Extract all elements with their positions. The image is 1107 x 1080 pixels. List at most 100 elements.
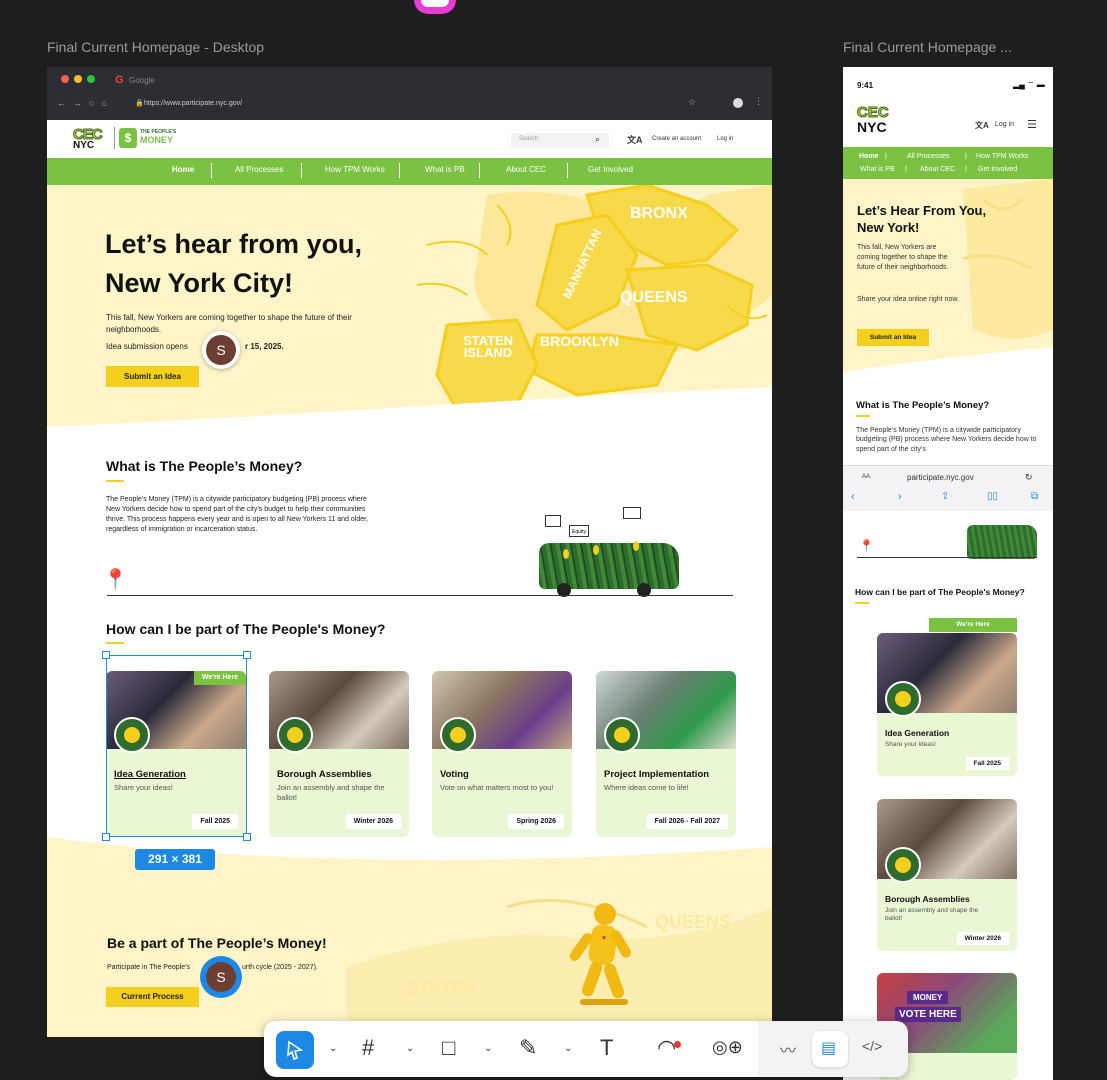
share-icon[interactable]: ⇪ — [941, 491, 949, 502]
title-underline — [106, 642, 124, 644]
card-desc: Join an assembly and shape the ballot! — [277, 783, 385, 802]
rectangle-tool-icon[interactable]: □ — [442, 1035, 455, 1061]
current-process-button[interactable]: Current Process — [106, 987, 199, 1007]
nav-arrows-icon[interactable]: ←→○⌂ — [57, 98, 114, 108]
mnav-what-is-pb[interactable]: What is PB — [860, 166, 895, 173]
create-account-link[interactable]: Create an account — [652, 136, 701, 142]
pen-tool-icon[interactable]: ✎ — [519, 1035, 537, 1061]
chevron-down-icon[interactable]: ⌄ — [329, 1043, 337, 1054]
dev-mode-icon[interactable]: </> — [862, 1038, 882, 1054]
faded-label-staten: STATEN — [407, 979, 477, 999]
reload-icon[interactable]: ↻ — [1025, 472, 1033, 483]
design-mode-icon: ▤ — [821, 1040, 837, 1057]
faded-map-illustration — [347, 898, 772, 1037]
mobile-card-borough-assemblies[interactable]: Borough Assemblies Join an assembly and … — [877, 799, 1017, 951]
safari-url[interactable]: participate.nyc.gov — [907, 473, 974, 482]
card-project-implementation[interactable]: Project Implementation Where ideas come … — [596, 671, 736, 837]
borough-assemblies-icon — [277, 717, 313, 753]
nav-all-processes[interactable]: All Processes — [235, 165, 283, 174]
mobile-wave — [843, 347, 1053, 387]
selection-handle[interactable] — [102, 651, 110, 659]
mobile-logo[interactable]: CEC NYC — [857, 105, 890, 135]
reader-aa[interactable]: AA — [862, 474, 870, 480]
desktop-frame[interactable]: G Google ←→○⌂ 🔒 https://www.participate.… — [47, 67, 772, 1037]
url-bar[interactable]: https://www.participate.nyc.gov/ — [144, 100, 242, 107]
skateboard — [580, 999, 628, 1005]
tab-title[interactable]: Google — [129, 76, 155, 85]
nav-how-tpm-works[interactable]: How TPM Works — [325, 165, 385, 174]
cec-nyc-logo[interactable]: CEC NYC — [73, 126, 111, 152]
translate-icon[interactable]: 文A — [627, 133, 643, 146]
mobile-logo-nyc: NYC — [857, 119, 887, 135]
draw-mode-icon[interactable]: 〰 — [780, 1037, 796, 1061]
card-borough-assemblies[interactable]: Borough Assemblies Join an assembly and … — [269, 671, 409, 837]
design-mode-button[interactable]: ▤ — [812, 1031, 848, 1067]
logo-divider — [114, 127, 115, 149]
size-label: 291 × 381 — [135, 849, 215, 870]
bookmarks-icon[interactable]: ▯▯ — [987, 491, 998, 502]
mobile-frame[interactable]: 9:41 ▂▄ ⌔ ▬ CEC NYC 文A Log in ☰ Home | A… — [843, 67, 1053, 1080]
mnav-sep: | — [885, 153, 887, 160]
nav-get-involved[interactable]: Get Involved — [588, 165, 633, 174]
title-underline — [106, 480, 124, 482]
hero-title-line2: New York City! — [105, 268, 294, 299]
nav-home[interactable]: Home — [172, 165, 194, 174]
nav-separator — [479, 163, 480, 178]
mnav-get-involved[interactable]: Get Involved — [978, 166, 1017, 173]
nav-separator — [301, 163, 302, 178]
comment-tool-icon[interactable]: ◠ — [657, 1035, 676, 1061]
close-dot[interactable] — [61, 75, 69, 83]
figure-leg — [602, 962, 626, 1000]
cta-section: QUEENS STATEN — [47, 867, 772, 1037]
selection-handle[interactable] — [102, 833, 110, 841]
card-voting[interactable]: Voting Vote on what matters most to you!… — [432, 671, 572, 837]
actions-tool-icon[interactable]: ◎⊕ — [712, 1037, 743, 1058]
chevron-down-icon[interactable]: ⌄ — [406, 1043, 414, 1054]
mobile-login-link[interactable]: Log in — [995, 121, 1014, 128]
google-icon: G — [115, 74, 124, 86]
hamburger-menu-icon[interactable]: ☰ — [1027, 118, 1037, 131]
minimize-dot[interactable] — [74, 75, 82, 83]
tabs-icon[interactable]: ⧉ — [1031, 491, 1038, 502]
translate-icon[interactable]: 文A — [975, 120, 989, 131]
mnav-how-tpm[interactable]: How TPM Works — [976, 153, 1028, 160]
text-tool-icon[interactable]: T — [600, 1035, 613, 1061]
selection-box[interactable] — [106, 655, 247, 837]
forward-icon[interactable]: › — [898, 491, 902, 503]
desktop-frame-title[interactable]: Final Current Homepage - Desktop — [47, 39, 264, 55]
profile-icon[interactable] — [733, 98, 743, 108]
submit-idea-button[interactable]: Submit an Idea — [106, 366, 199, 387]
bus-sign-blank — [623, 507, 641, 519]
selection-handle[interactable] — [243, 651, 251, 659]
nav-about-cec[interactable]: About CEC — [506, 165, 546, 174]
frame-tool-icon[interactable]: # — [362, 1035, 374, 1061]
nav-what-is-pb[interactable]: What is PB — [425, 165, 465, 174]
chevron-down-icon[interactable]: ⌄ — [484, 1043, 492, 1054]
skateboard-figure: ♥ — [567, 903, 633, 1013]
money-sign: MONEY — [907, 991, 949, 1004]
back-icon[interactable]: ‹ — [851, 491, 855, 503]
move-tool-button[interactable] — [276, 1031, 314, 1069]
maximize-dot[interactable] — [87, 75, 95, 83]
mobile-submit-idea-button[interactable]: Submit an Idea — [857, 329, 929, 346]
mobile-frame-title[interactable]: Final Current Homepage ... — [843, 39, 1012, 55]
card-desc: Vote on what matters most to you! — [440, 783, 554, 792]
signal-wifi-battery-icon: ▂▄ ⌔ ▬ — [1013, 80, 1045, 89]
search-input[interactable]: Search ⌕ — [511, 133, 609, 148]
bus-person — [593, 545, 599, 555]
mnav-all-processes[interactable]: All Processes — [907, 153, 949, 160]
chevron-down-icon[interactable]: ⌄ — [564, 1043, 572, 1054]
search-icon[interactable]: ⌕ — [595, 134, 600, 145]
login-link[interactable]: Log in — [717, 136, 733, 142]
what-title: What is The People’s Money? — [106, 458, 303, 474]
mnav-about-cec[interactable]: About CEC — [920, 166, 955, 173]
star-icon[interactable]: ☆ — [688, 97, 696, 108]
more-icon[interactable]: ⋮ — [754, 96, 763, 107]
mobile-card-idea-generation[interactable]: We're Here Idea Generation Share your id… — [877, 633, 1017, 776]
ground-line — [857, 557, 1037, 558]
collaborator-cursor: S — [200, 956, 242, 998]
mobile-hero-body: This fall, New Yorkers are coming togeth… — [857, 244, 949, 271]
selection-handle[interactable] — [243, 833, 251, 841]
bus-person — [563, 549, 569, 559]
mnav-home[interactable]: Home — [859, 153, 878, 160]
